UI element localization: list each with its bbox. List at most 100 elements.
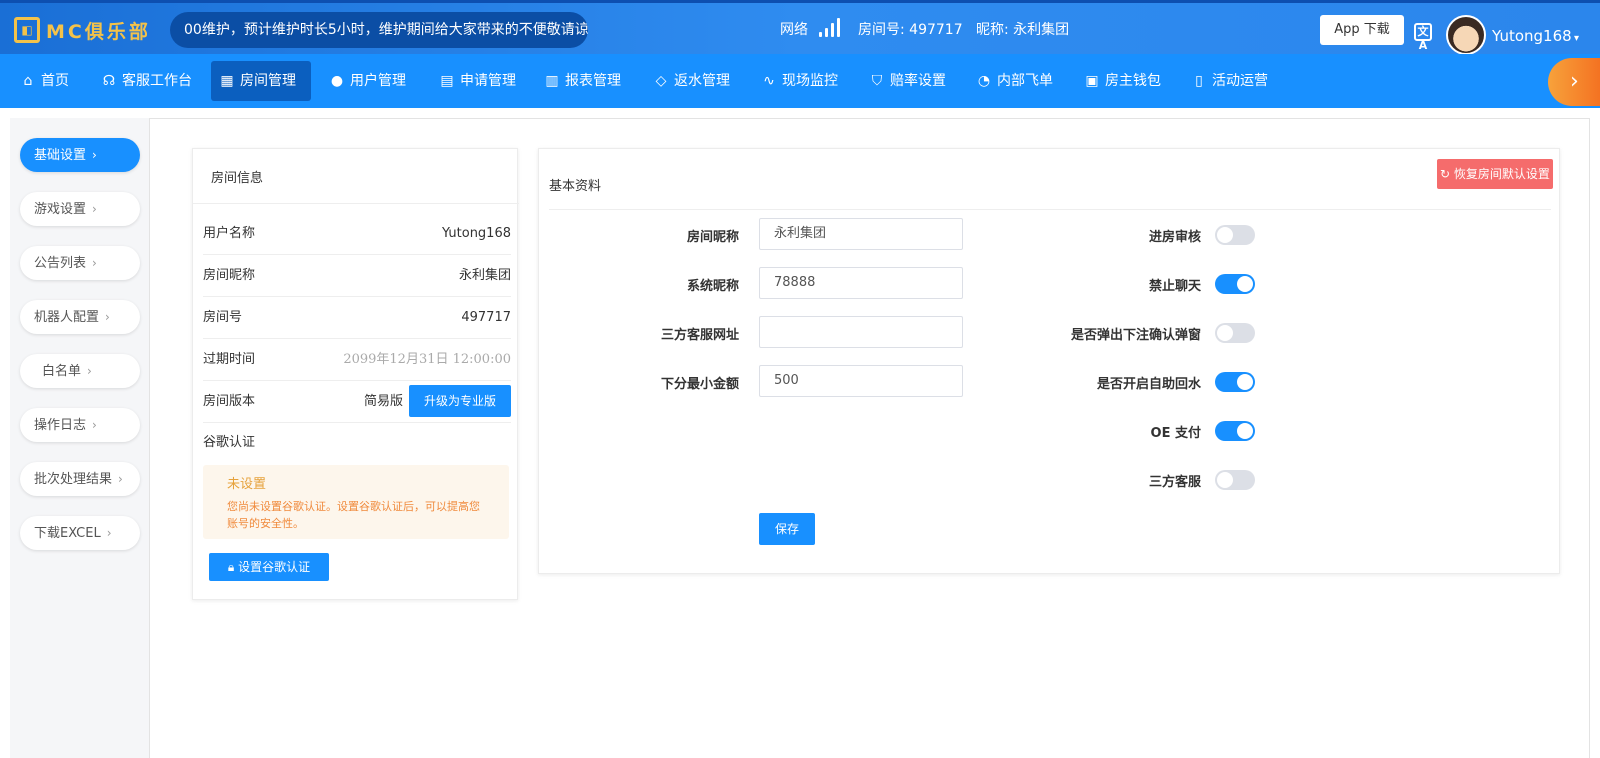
- tag-icon: ◇: [655, 73, 667, 89]
- nav-label: 现场监控: [782, 73, 838, 89]
- info-key: 房间号: [203, 310, 243, 325]
- info-key: 房间版本: [203, 394, 256, 409]
- third-party-support-toggle[interactable]: [1215, 470, 1255, 490]
- info-value: Yutong168: [441, 226, 511, 241]
- sidebar-item-batch-results[interactable]: 批次处理结果 ›: [20, 462, 140, 496]
- logo-icon: ◧: [14, 17, 40, 43]
- chevron-right-icon[interactable]: ›: [1548, 58, 1600, 106]
- main-nav: ⌂ 首页 ☊ 客服工作台 ▦ 房间管理 ● 用户管理 ▤ 申请管理 ▥ 报表管理 ◇ 返水管理…: [0, 54, 1600, 108]
- info-key: 过期时间: [203, 352, 256, 367]
- sidebar-item-download-excel[interactable]: 下载EXCEL ›: [20, 516, 140, 550]
- nav-label: 赔率设置: [890, 73, 946, 89]
- nav-activity-operations[interactable]: ▯ 活动运营: [1183, 61, 1276, 101]
- bar-chart-icon: ▥: [545, 73, 559, 89]
- chevron-down-icon[interactable]: ▾: [1574, 33, 1579, 44]
- logo[interactable]: ◧ MC俱乐部: [14, 15, 151, 45]
- nav-rebate-management[interactable]: ◇ 返水管理: [645, 61, 738, 101]
- nav-owner-wallet[interactable]: ▣ 房主钱包: [1076, 61, 1169, 101]
- settings-sidebar: 基础设置 › 游戏设置 › 公告列表 › 机器人配置 › 白名单 › 操作日志 › 批次处理…: [10, 118, 150, 758]
- nav-internal-orders[interactable]: ◔ 内部飞单: [968, 61, 1061, 101]
- forbid-chat-toggle[interactable]: [1215, 274, 1255, 294]
- save-button[interactable]: 保存: [759, 513, 815, 545]
- room-nickname-label: 房间昵称: [686, 230, 739, 245]
- monitor-icon: ∿: [763, 73, 775, 89]
- refresh-icon: ↻: [1440, 167, 1454, 181]
- info-row-room-nickname: 房间昵称 永利集团: [203, 255, 511, 297]
- divider: [549, 209, 1551, 210]
- forbid-chat-label: 禁止聊天: [1148, 279, 1201, 294]
- info-row-username: 用户名称 Yutong168: [203, 213, 511, 255]
- divider: [193, 203, 519, 204]
- room-info-title: 房间信息: [211, 171, 264, 186]
- info-value: 简易版: [363, 394, 403, 409]
- nav-live-monitor[interactable]: ∿ 现场监控: [753, 61, 846, 101]
- nav-user-management[interactable]: ● 用户管理: [321, 61, 414, 101]
- chevron-right-icon: ›: [106, 526, 112, 540]
- sidebar-item-game-settings[interactable]: 游戏设置 ›: [20, 192, 140, 226]
- chevron-right-icon: ›: [87, 364, 92, 378]
- nav-room-management[interactable]: ▦ 房间管理: [211, 61, 311, 101]
- info-row-expiry: 过期时间 2099年12月31日 12:00:00: [203, 339, 511, 381]
- chevron-right-icon: ›: [118, 472, 123, 486]
- chevron-right-icon: ›: [92, 418, 97, 432]
- sidebar-item-whitelist[interactable]: 白名单 ›: [20, 354, 140, 388]
- google-auth-label: 谷歌认证: [203, 435, 256, 450]
- app-download-button[interactable]: App 下载: [1320, 15, 1404, 45]
- info-key: 用户名称: [203, 226, 256, 241]
- bet-confirm-popup-toggle[interactable]: [1215, 323, 1255, 343]
- sidebar-item-basic-settings[interactable]: 基础设置 ›: [20, 138, 140, 172]
- nickname: 昵称: 永利集团: [976, 22, 1070, 38]
- sidebar-item-label: 公告列表: [34, 256, 87, 271]
- basic-info-title: 基本资料: [549, 179, 602, 194]
- system-nickname-label: 系统昵称: [686, 279, 739, 294]
- gift-icon: ▯: [1195, 73, 1203, 89]
- nav-label: 报表管理: [565, 73, 621, 89]
- nav-label: 客服工作台: [122, 73, 192, 89]
- min-withdraw-label: 下分最小金额: [660, 377, 739, 392]
- self-rebate-toggle[interactable]: [1215, 372, 1255, 392]
- info-row-room-number: 房间号 497717: [203, 297, 511, 339]
- setup-google-auth-button[interactable]: 🔒︎ 设置谷歌认证: [209, 553, 329, 581]
- chevron-right-icon: ›: [105, 310, 110, 324]
- sidebar-item-label: 白名单: [42, 364, 82, 379]
- nav-home[interactable]: ⌂ 首页: [12, 61, 77, 101]
- room-number: 房间号: 497717: [858, 22, 963, 38]
- nav-label: 房间管理: [240, 73, 296, 89]
- sidebar-item-label: 下载EXCEL: [34, 526, 101, 541]
- info-value: 497717: [461, 310, 511, 325]
- wallet-icon: ▣: [1085, 73, 1099, 89]
- sidebar-item-label: 批次处理结果: [34, 472, 113, 487]
- nav-label: 房主钱包: [1105, 73, 1161, 89]
- user-icon: ●: [330, 73, 344, 89]
- reset-defaults-button[interactable]: ↻ 恢复房间默认设置: [1437, 159, 1553, 189]
- warning-text: 您尚未设置谷歌认证。设置谷歌认证后，可以提高您账号的安全性。: [227, 500, 480, 530]
- bet-confirm-popup-label: 是否弹出下注确认弹窗: [1070, 328, 1201, 343]
- nav-report-management[interactable]: ▥ 报表管理: [536, 61, 629, 101]
- home-icon: ⌂: [23, 73, 33, 89]
- avatar[interactable]: [1446, 15, 1486, 55]
- nav-label: 活动运营: [1212, 73, 1268, 89]
- sidebar-item-operation-log[interactable]: 操作日志 ›: [20, 408, 140, 442]
- sidebar-item-announcements[interactable]: 公告列表 ›: [20, 246, 140, 280]
- button-label: 恢复房间默认设置: [1453, 167, 1550, 181]
- nav-application-management[interactable]: ▤ 申请管理: [431, 61, 524, 101]
- third-party-support-label: 三方客服: [1148, 475, 1201, 490]
- oe-payment-label: OE 支付: [1150, 426, 1201, 441]
- clock-icon: ◔: [977, 73, 991, 89]
- oe-payment-toggle[interactable]: [1215, 421, 1255, 441]
- chevron-right-icon: ›: [92, 148, 97, 162]
- sidebar-item-robot-config[interactable]: 机器人配置 ›: [20, 300, 140, 334]
- upgrade-button[interactable]: 升级为专业版: [409, 385, 511, 417]
- translate-icon[interactable]: 文A: [1414, 23, 1432, 52]
- top-bar: ◧ MC俱乐部 00维护，预计维护时长5小时，维护期间给大家带来的不便敬请谅解 …: [0, 0, 1600, 55]
- entry-review-toggle[interactable]: [1215, 225, 1255, 245]
- nav-label: 内部飞单: [997, 73, 1053, 89]
- grid-icon: ▦: [220, 73, 234, 89]
- sidebar-item-label: 基础设置: [34, 148, 87, 163]
- nav-label: 首页: [41, 73, 69, 89]
- nav-label: 用户管理: [350, 73, 406, 89]
- nav-service-desk[interactable]: ☊ 客服工作台: [93, 61, 200, 101]
- nav-label: 返水管理: [674, 73, 730, 89]
- nav-odds-settings[interactable]: ⛉ 赔率设置: [861, 61, 954, 101]
- chevron-right-icon: ›: [92, 202, 97, 216]
